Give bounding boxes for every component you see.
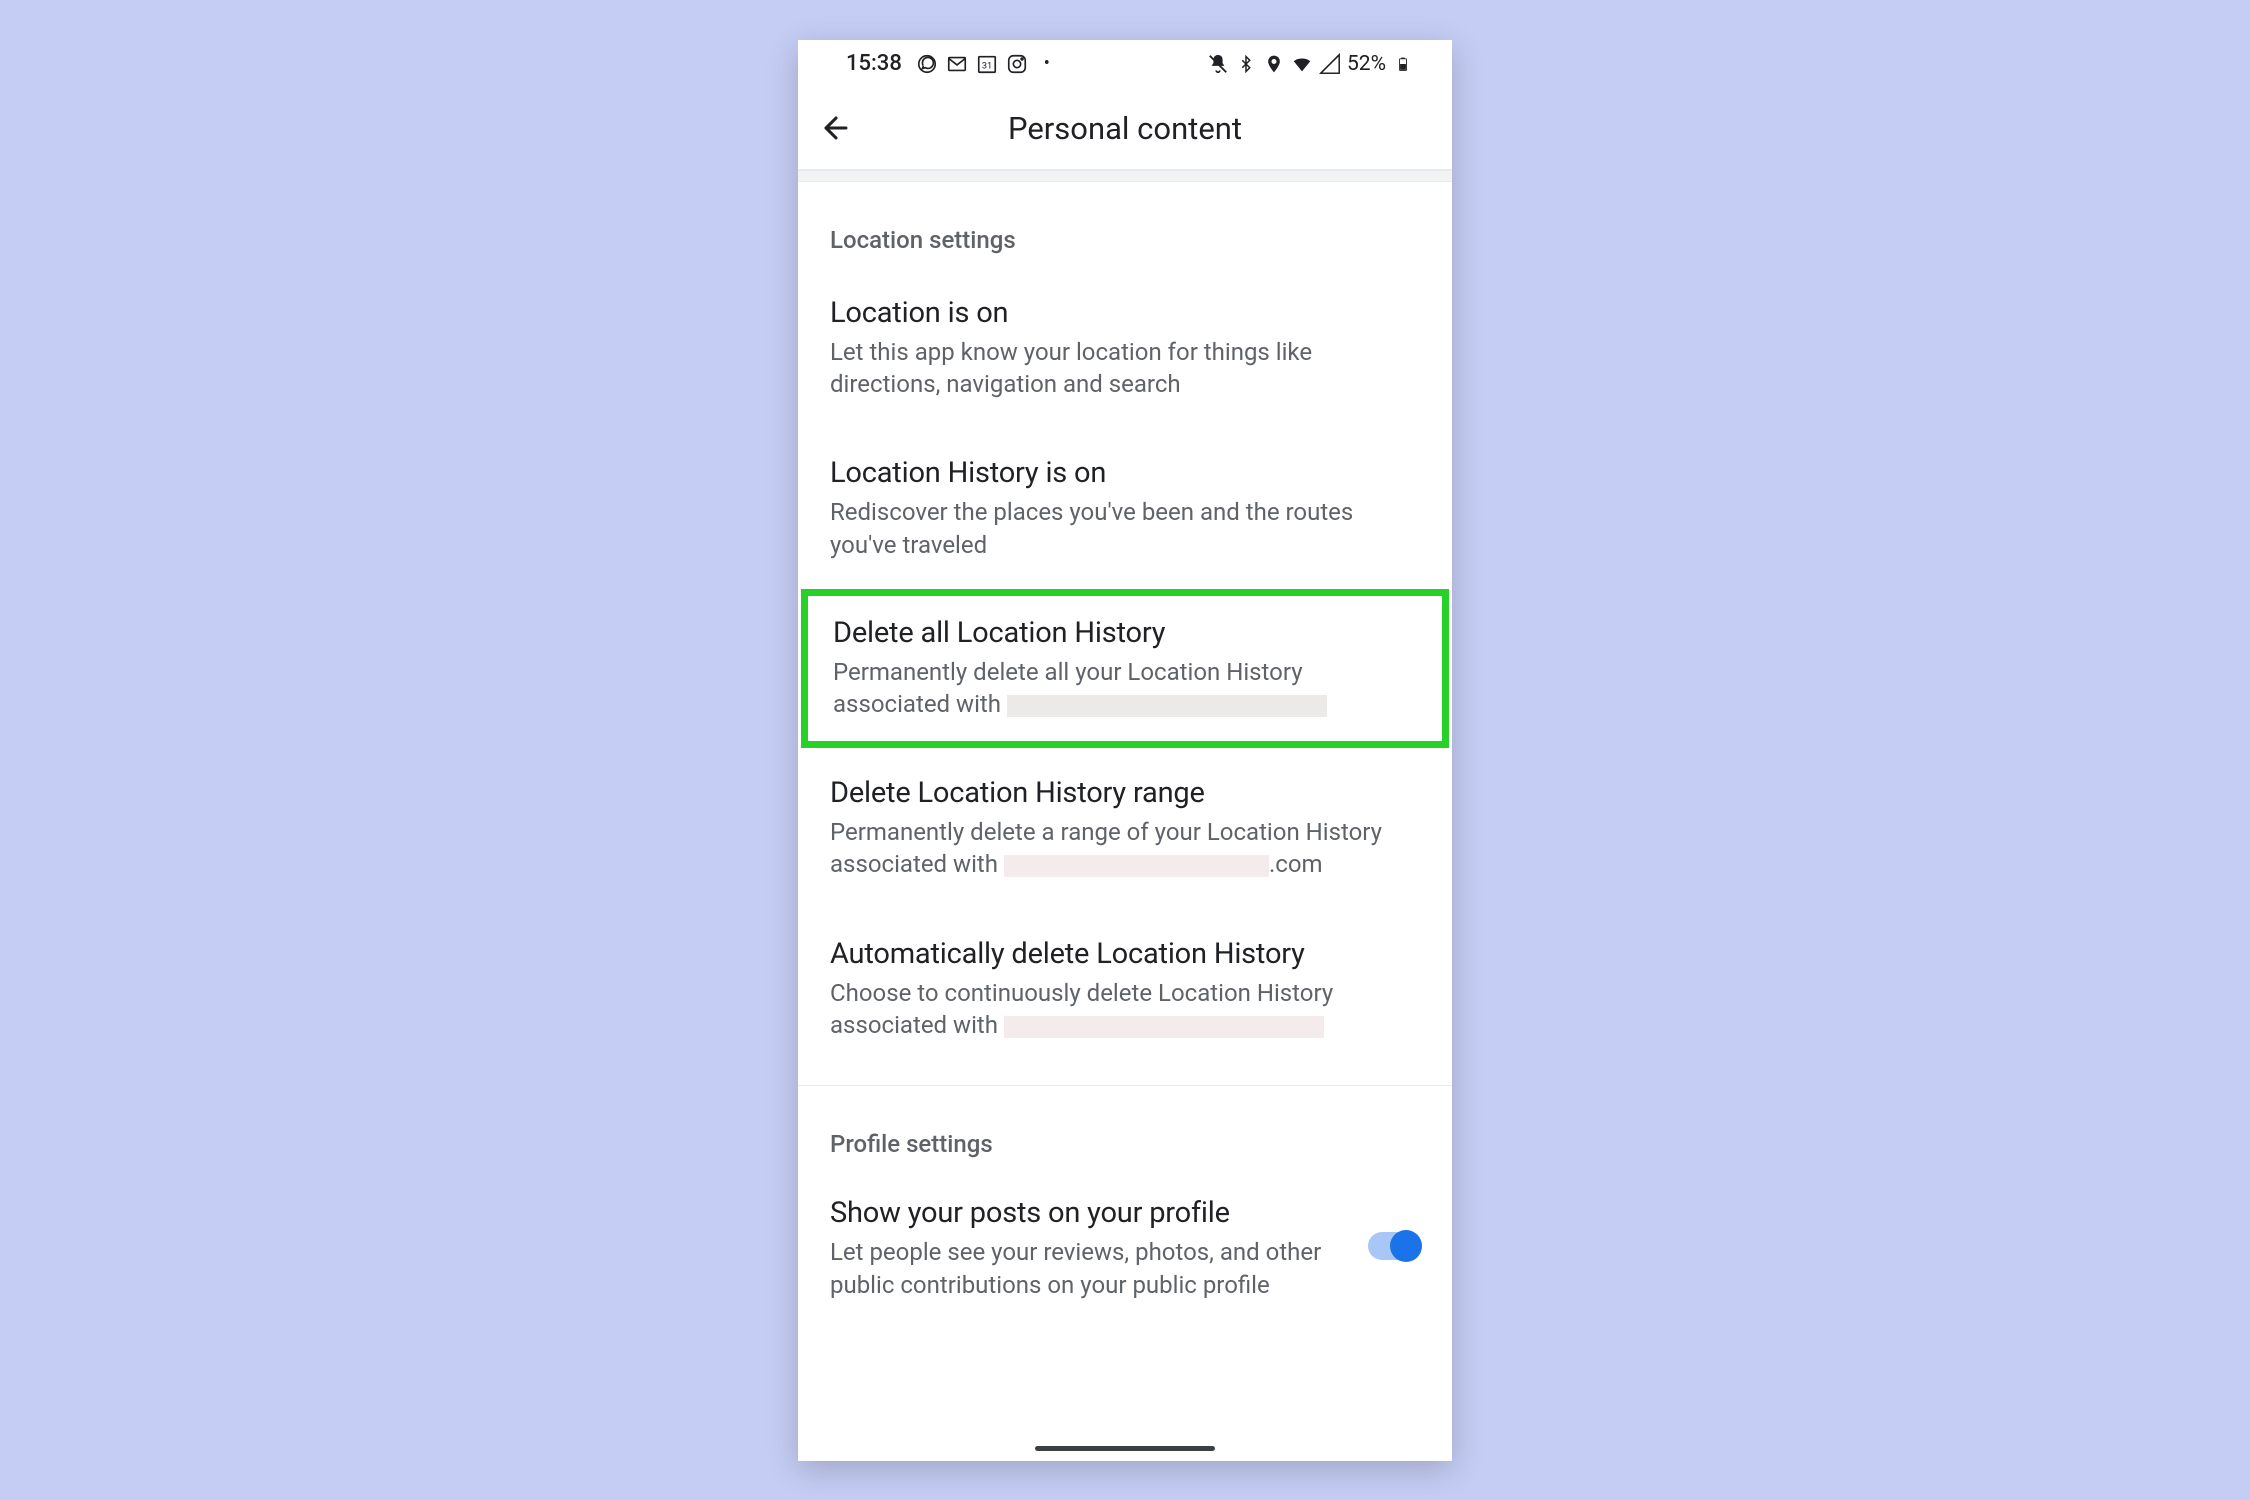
delete-all-history-item[interactable]: Delete all Location History Permanently … xyxy=(801,589,1449,748)
phone-frame: 15:38 31 • xyxy=(798,40,1452,1461)
gesture-nav-bar[interactable] xyxy=(1035,1446,1215,1451)
show-posts-toggle[interactable] xyxy=(1368,1232,1420,1260)
bluetooth-icon xyxy=(1235,53,1257,75)
profile-settings-header: Profile settings xyxy=(798,1086,1452,1172)
delete-history-range-desc: Permanently delete a range of your Locat… xyxy=(830,816,1420,881)
instagram-icon xyxy=(1006,53,1028,75)
redacted-email xyxy=(1004,1016,1324,1038)
auto-delete-history-item[interactable]: Automatically delete Location History Ch… xyxy=(798,909,1452,1070)
location-history-on-desc: Rediscover the places you've been and th… xyxy=(830,496,1420,561)
app-bar: Personal content xyxy=(798,88,1452,170)
delete-history-range-title: Delete Location History range xyxy=(830,776,1420,810)
show-posts-title: Show your posts on your profile xyxy=(830,1196,1352,1230)
signal-icon xyxy=(1319,53,1341,75)
wifi-icon xyxy=(1291,53,1313,75)
location-on-item[interactable]: Location is on Let this app know your lo… xyxy=(798,268,1452,429)
location-on-desc: Let this app know your location for thin… xyxy=(830,336,1420,401)
location-history-on-title: Location History is on xyxy=(830,456,1420,490)
battery-icon xyxy=(1392,53,1414,75)
status-time: 15:38 xyxy=(846,51,902,76)
delete-all-history-desc: Permanently delete all your Location His… xyxy=(833,656,1417,721)
more-notifications-dot-icon: • xyxy=(1036,53,1058,75)
location-settings-header: Location settings xyxy=(798,182,1452,268)
mute-icon xyxy=(1207,53,1229,75)
calendar-icon: 31 xyxy=(976,53,998,75)
show-posts-desc: Let people see your reviews, photos, and… xyxy=(830,1236,1352,1301)
redacted-email xyxy=(1007,695,1327,717)
svg-text:31: 31 xyxy=(982,61,992,71)
page-title: Personal content xyxy=(816,110,1434,147)
section-separator xyxy=(798,170,1452,182)
delete-all-history-title: Delete all Location History xyxy=(833,616,1417,650)
show-posts-item: Show your posts on your profile Let peop… xyxy=(798,1172,1452,1325)
battery-percentage: 52% xyxy=(1347,52,1386,76)
gmail-icon xyxy=(946,53,968,75)
auto-delete-history-title: Automatically delete Location History xyxy=(830,937,1420,971)
location-pin-icon xyxy=(1263,53,1285,75)
whatsapp-icon xyxy=(916,53,938,75)
location-history-on-item[interactable]: Location History is on Rediscover the pl… xyxy=(798,428,1452,589)
location-on-title: Location is on xyxy=(830,296,1420,330)
delete-history-range-item[interactable]: Delete Location History range Permanentl… xyxy=(798,748,1452,909)
status-bar: 15:38 31 • xyxy=(798,40,1452,88)
auto-delete-history-desc: Choose to continuously delete Location H… xyxy=(830,977,1420,1042)
redacted-email xyxy=(1004,855,1269,877)
